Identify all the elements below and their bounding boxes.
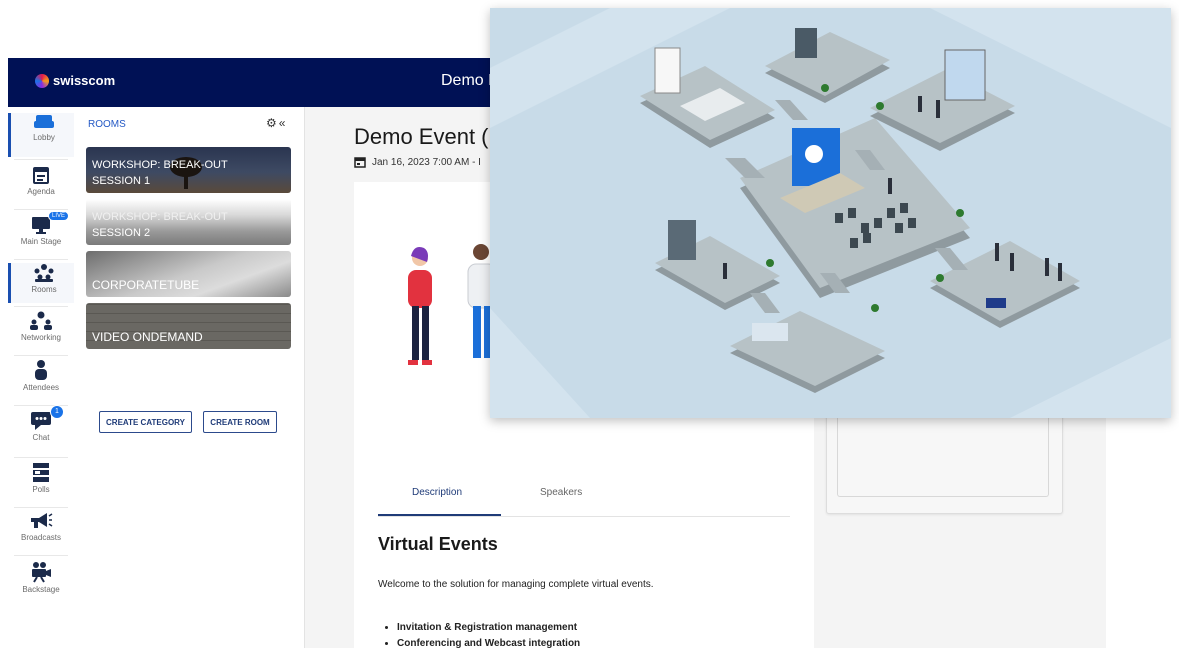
nav-label: Polls	[32, 485, 50, 494]
polls-icon	[33, 463, 49, 482]
event-date: Jan 16, 2023 7:00 AM - I	[354, 156, 481, 168]
nav-divider	[14, 259, 68, 260]
create-room-button[interactable]: CREATE ROOM	[203, 411, 277, 433]
calendar-icon	[33, 167, 49, 184]
tab-speakers[interactable]: Speakers	[540, 487, 582, 498]
nav-item-polls[interactable]: Polls	[8, 461, 74, 505]
live-badge: LIVE	[48, 211, 70, 221]
networking-icon	[30, 311, 52, 330]
rooms-toolbar: ⚙«	[266, 116, 287, 130]
brand-name: swisscom	[53, 73, 116, 88]
room-title-line2: SESSION 2	[92, 227, 151, 239]
nav-item-main-stage[interactable]: LIVE Main Stage	[8, 211, 74, 257]
nav-label: Chat	[32, 433, 50, 442]
calendar-icon	[354, 157, 366, 168]
nav-divider	[14, 457, 68, 458]
section-heading: Virtual Events	[378, 534, 498, 554]
nav-label: Broadcasts	[20, 533, 62, 542]
room-card[interactable]: CORPORATETUBE	[86, 251, 291, 297]
room-card[interactable]: WORKSHOP: BREAK-OUT SESSION 2	[86, 199, 291, 245]
nav-item-chat[interactable]: 1 Chat	[8, 405, 74, 455]
people-illustration	[408, 244, 497, 365]
event-date-text: Jan 16, 2023 7:00 AM - I	[372, 156, 481, 168]
swisscom-logo[interactable]: swisscom	[35, 73, 115, 88]
nav-item-rooms[interactable]: Rooms	[8, 263, 77, 303]
list-item: Conferencing and Webcast integration	[397, 636, 580, 648]
tab-bar: Description Speakers	[378, 472, 790, 517]
nav-divider	[14, 507, 68, 508]
room-card[interactable]: WORKSHOP: BREAK-OUT SESSION 1	[86, 147, 291, 193]
sofa-icon	[34, 115, 54, 128]
gear-icon[interactable]: ⚙	[266, 116, 279, 130]
rooms-heading: ROOMS	[88, 119, 126, 130]
isometric-venue-illustration	[490, 8, 1171, 418]
chat-count-badge: 1	[50, 405, 64, 419]
nav-divider	[14, 209, 68, 210]
megaphone-icon	[31, 513, 53, 528]
nav-item-lobby[interactable]: Lobby	[8, 113, 77, 157]
create-category-button[interactable]: CREATE CATEGORY	[99, 411, 192, 433]
nav-label: Backstage	[22, 585, 60, 594]
feature-list: Invitation & Registration management Con…	[381, 620, 580, 648]
nav-item-networking[interactable]: Networking	[8, 311, 74, 353]
left-nav: Lobby Agenda LIVE Main Stage Rooms Netwo…	[8, 107, 77, 648]
room-title-line1: WORKSHOP: BREAK-OUT	[92, 159, 228, 171]
camera-icon	[32, 562, 51, 583]
room-title-line1: VIDEO ONDEMAND	[92, 330, 203, 344]
nav-label: Lobby	[33, 133, 55, 142]
nav-item-backstage[interactable]: Backstage	[8, 561, 74, 603]
nav-divider	[14, 159, 68, 160]
event-title: Demo Event (	[354, 124, 489, 149]
nav-item-attendees[interactable]: Attendees	[8, 359, 74, 403]
rooms-icon	[34, 264, 54, 282]
nav-item-agenda[interactable]: Agenda	[8, 165, 74, 207]
nav-divider	[14, 306, 68, 307]
welcome-text: Welcome to the solution for managing com…	[378, 579, 654, 590]
nav-label: Networking	[20, 333, 61, 342]
list-item: Invitation & Registration management	[397, 620, 580, 636]
nav-divider	[14, 355, 68, 356]
room-title-line1: WORKSHOP: BREAK-OUT	[92, 211, 228, 223]
tab-description[interactable]: Description	[412, 487, 462, 498]
nav-label: Agenda	[27, 187, 55, 196]
rooms-panel: ROOMS ⚙« WORKSHOP: BREAK-OUT SESSION 1 W…	[74, 107, 305, 648]
nav-label: Rooms	[31, 285, 57, 294]
nav-divider	[14, 555, 68, 556]
nav-item-broadcasts[interactable]: Broadcasts	[8, 511, 74, 553]
collapse-icon[interactable]: «	[279, 116, 288, 130]
room-title-line1: CORPORATETUBE	[92, 278, 200, 292]
nav-label: Attendees	[22, 383, 60, 392]
room-title-line2: SESSION 1	[92, 175, 151, 187]
person-icon	[35, 360, 47, 380]
swisscom-logo-icon	[35, 73, 49, 88]
nav-label: Main Stage	[20, 237, 62, 246]
venue-illustration-svg	[490, 8, 1171, 418]
active-tab-indicator	[378, 514, 501, 516]
room-card[interactable]: VIDEO ONDEMAND	[86, 303, 291, 349]
